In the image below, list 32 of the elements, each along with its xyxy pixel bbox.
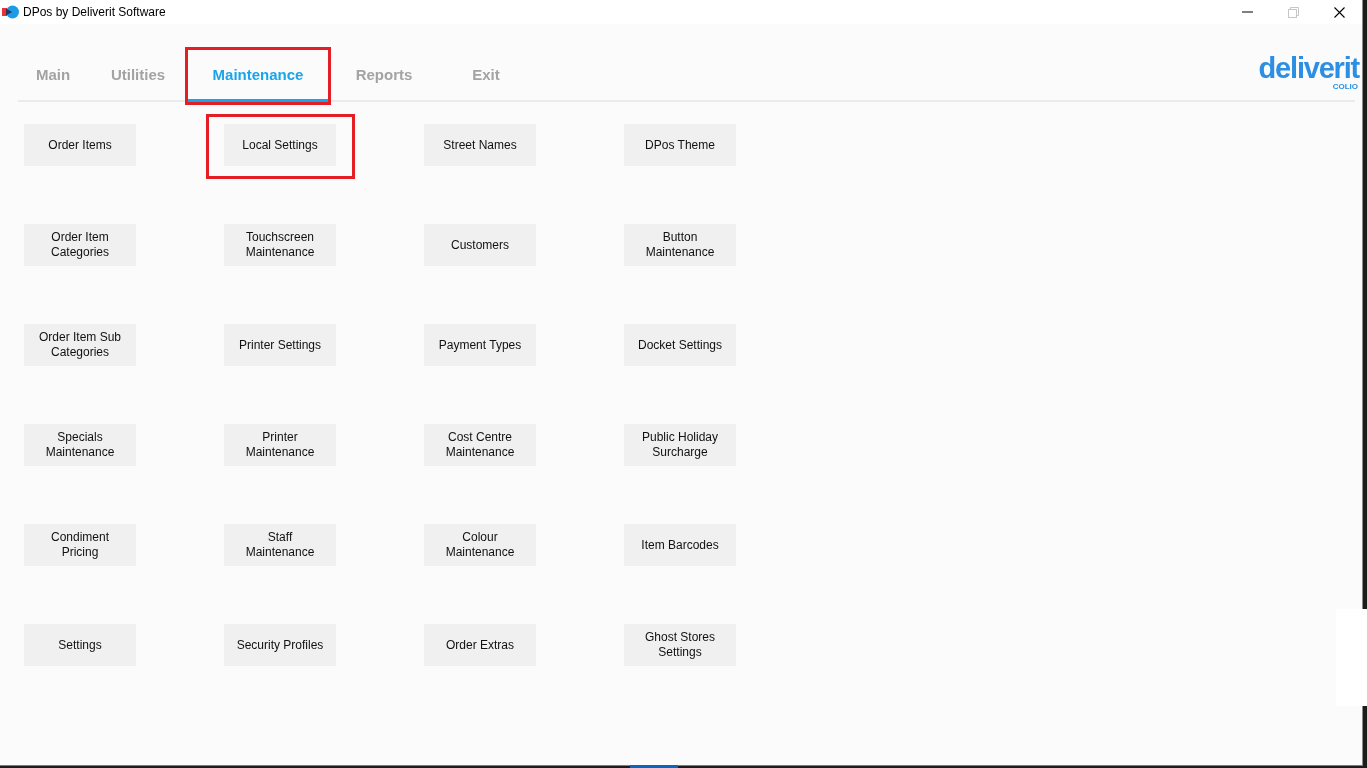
menu-button[interactable]: Touchscreen Maintenance [224,224,336,266]
menu-button[interactable]: Specials Maintenance [24,424,136,466]
menu-button[interactable]: Security Profiles [224,624,336,666]
menu-button[interactable]: Colour Maintenance [424,524,536,566]
minimize-icon [1241,11,1253,13]
menu-button[interactable]: Street Names [424,124,536,166]
menu-button[interactable]: DPos Theme [624,124,736,166]
logo-tagline: COLIO [1332,82,1358,91]
menu-button[interactable]: Order Items [24,124,136,166]
menu-button[interactable]: Public Holiday Surcharge [624,424,736,466]
menu-button[interactable]: Ghost Stores Settings [624,624,736,666]
menu-button[interactable]: Item Barcodes [624,524,736,566]
restore-icon [1287,6,1299,18]
menu-button[interactable]: Cost Centre Maintenance [424,424,536,466]
menu-button[interactable]: Local Settings [224,124,336,166]
menu-button[interactable]: Settings [24,624,136,666]
menu-button[interactable]: Condiment Pricing [24,524,136,566]
menu-button[interactable]: Staff Maintenance [224,524,336,566]
menu-button[interactable]: Order Item Sub Categories [24,324,136,366]
menu-button[interactable]: Order Item Categories [24,224,136,266]
menu-button[interactable]: Payment Types [424,324,536,366]
menu-button[interactable]: Printer Settings [224,324,336,366]
menu-button[interactable]: Docket Settings [624,324,736,366]
menu-button[interactable]: Customers [424,224,536,266]
logo-wordmark: deliverit [1258,54,1359,82]
menu-button[interactable]: Printer Maintenance [224,424,336,466]
close-icon [1333,6,1345,18]
taskbar-highlight [630,765,678,768]
menu-button[interactable]: Button Maintenance [624,224,736,266]
app-logo-icon [2,5,19,19]
menu-button[interactable]: Order Extras [424,624,536,666]
window-title: DPos by Deliverit Software [23,5,166,19]
